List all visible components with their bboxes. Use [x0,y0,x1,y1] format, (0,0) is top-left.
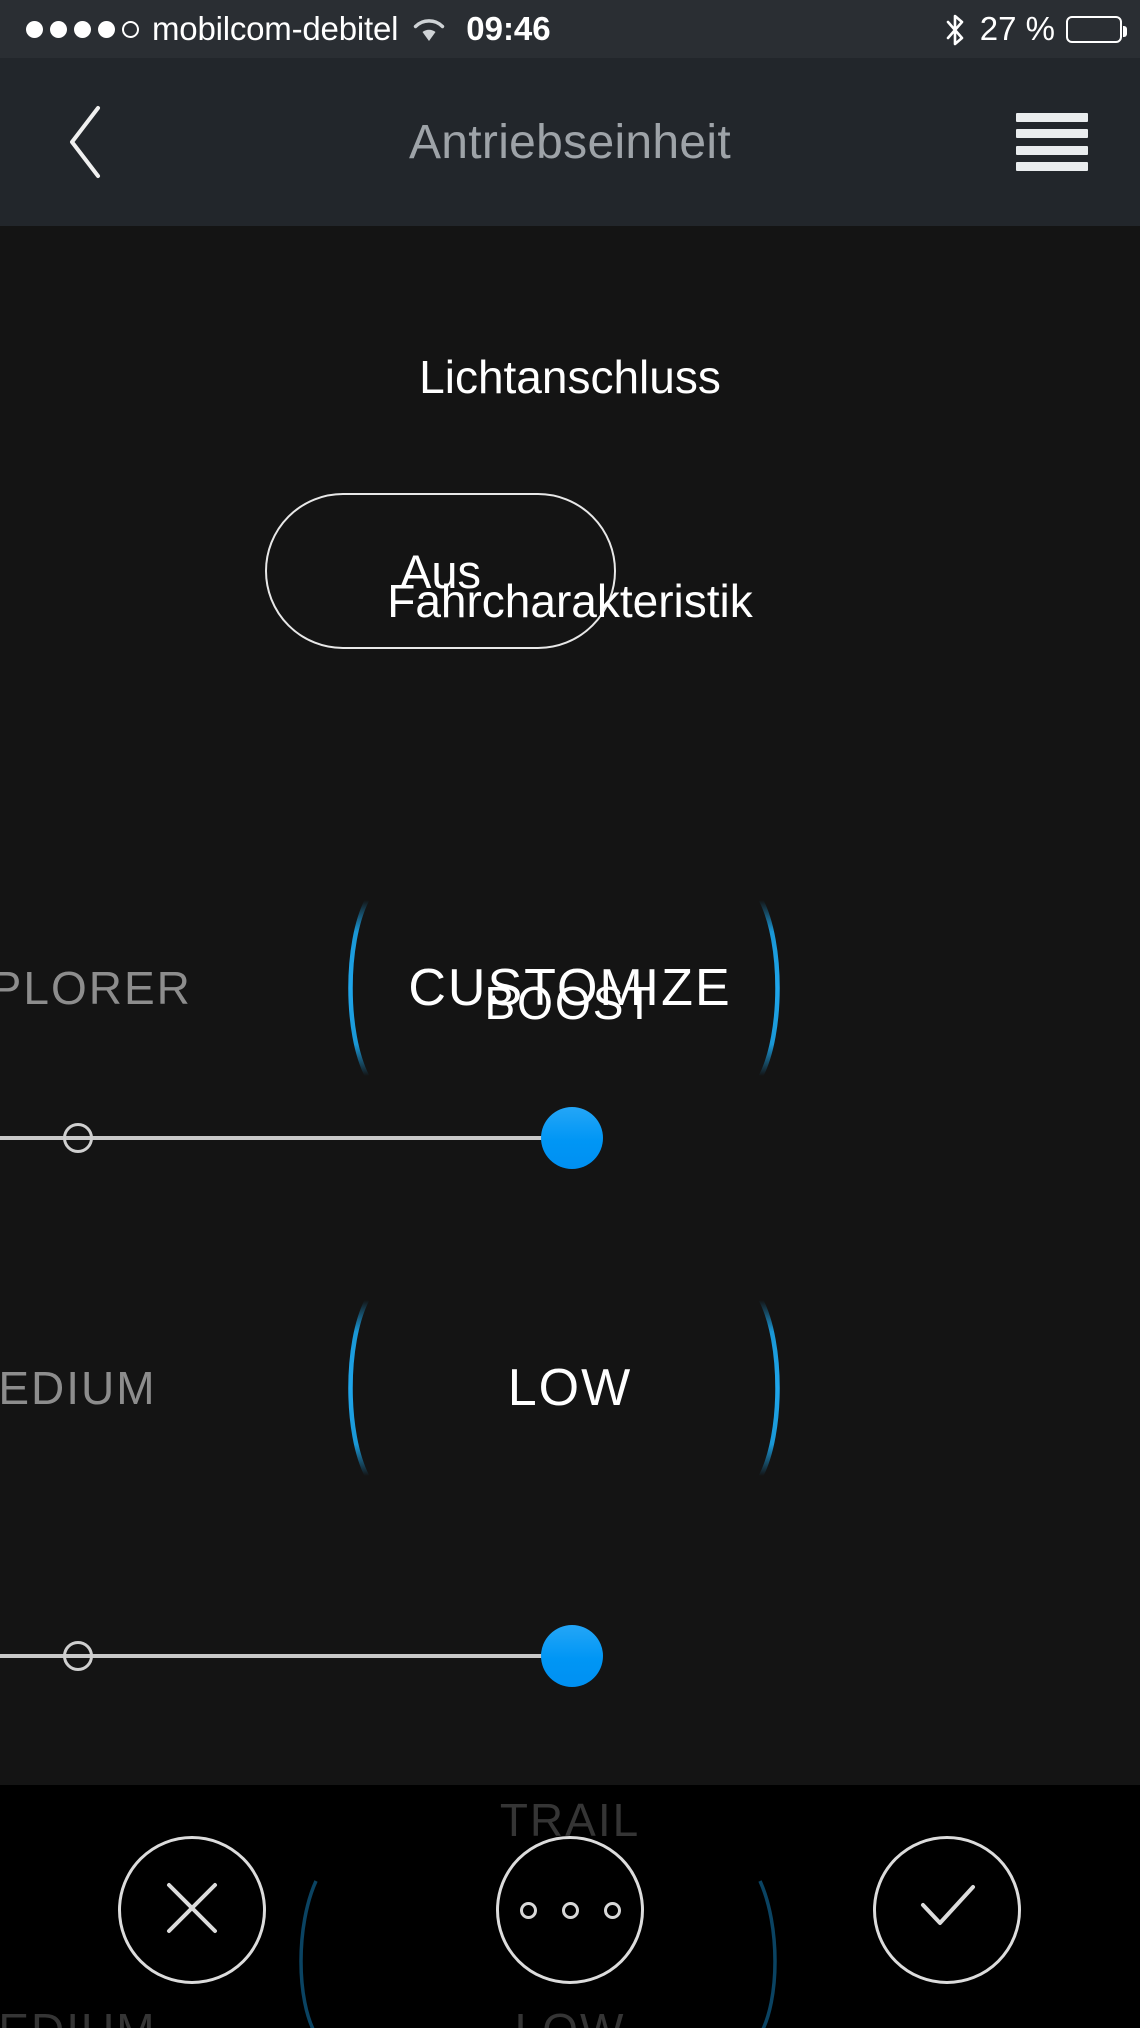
back-button[interactable] [56,102,116,182]
signal-strength-icon [26,20,139,38]
clock-label: 09:46 [466,10,551,47]
more-dot-1 [519,1901,537,1919]
wifi-icon [412,17,446,43]
signal-dot-1 [26,20,43,38]
action-bar: TRAIL MEDIUM LOW [0,1785,1140,2028]
signal-dot-2 [50,20,67,38]
boost-section-title: BOOST [484,977,656,1029]
navigation-bar: Antriebseinheit [0,58,1140,226]
status-bar-left: mobilcom-debitel 09:46 [26,10,551,48]
menu-line-2 [1016,129,1088,139]
checkmark-icon [907,1873,987,1948]
bluetooth-icon [944,13,966,46]
signal-dot-4 [98,20,115,38]
boost-current-option: LOW [507,1359,633,1417]
cancel-button[interactable] [118,1836,266,1984]
menu-line-3 [1016,145,1088,155]
confirm-button[interactable] [873,1836,1021,1984]
signal-dot-5 [122,20,139,38]
app-screen: mobilcom-debitel 09:46 27 % Antriebseinh… [0,0,1140,2028]
ride-mode-slider[interactable] [0,1103,1140,1173]
menu-line-1 [1016,113,1088,122]
signal-dot-3 [74,20,91,38]
menu-line-4 [1016,161,1088,171]
status-bar: mobilcom-debitel 09:46 27 % [0,0,1140,58]
ride-mode-slider-step-marker[interactable] [63,1123,93,1153]
close-x-icon [157,1873,227,1948]
settings-content: Lichtanschluss Aus Fahrcharakteristik XP… [0,226,1140,1785]
status-bar-right: 27 % [944,10,1127,48]
boost-slider-step-marker[interactable] [63,1641,93,1671]
boost-carousel[interactable]: MEDIUM LOW [0,1298,1140,1478]
more-options-button[interactable] [496,1836,644,1984]
battery-percent-label: 27 % [979,10,1055,47]
light-section-title: Lichtanschluss [419,351,721,403]
more-dot-2 [561,1901,579,1919]
carrier-label: mobilcom-debitel [152,10,399,47]
hamburger-menu-icon[interactable] [1016,113,1088,171]
more-dots-icon [519,1901,621,1919]
ride-mode-slider-thumb[interactable] [541,1107,603,1169]
battery-icon [1066,15,1127,43]
ride-mode-section-title: Fahrcharakteristik [387,575,753,627]
more-dot-3 [603,1901,621,1919]
boost-slider[interactable] [0,1621,1140,1691]
page-title: Antriebseinheit [408,115,732,169]
boost-slider-thumb[interactable] [541,1625,603,1687]
